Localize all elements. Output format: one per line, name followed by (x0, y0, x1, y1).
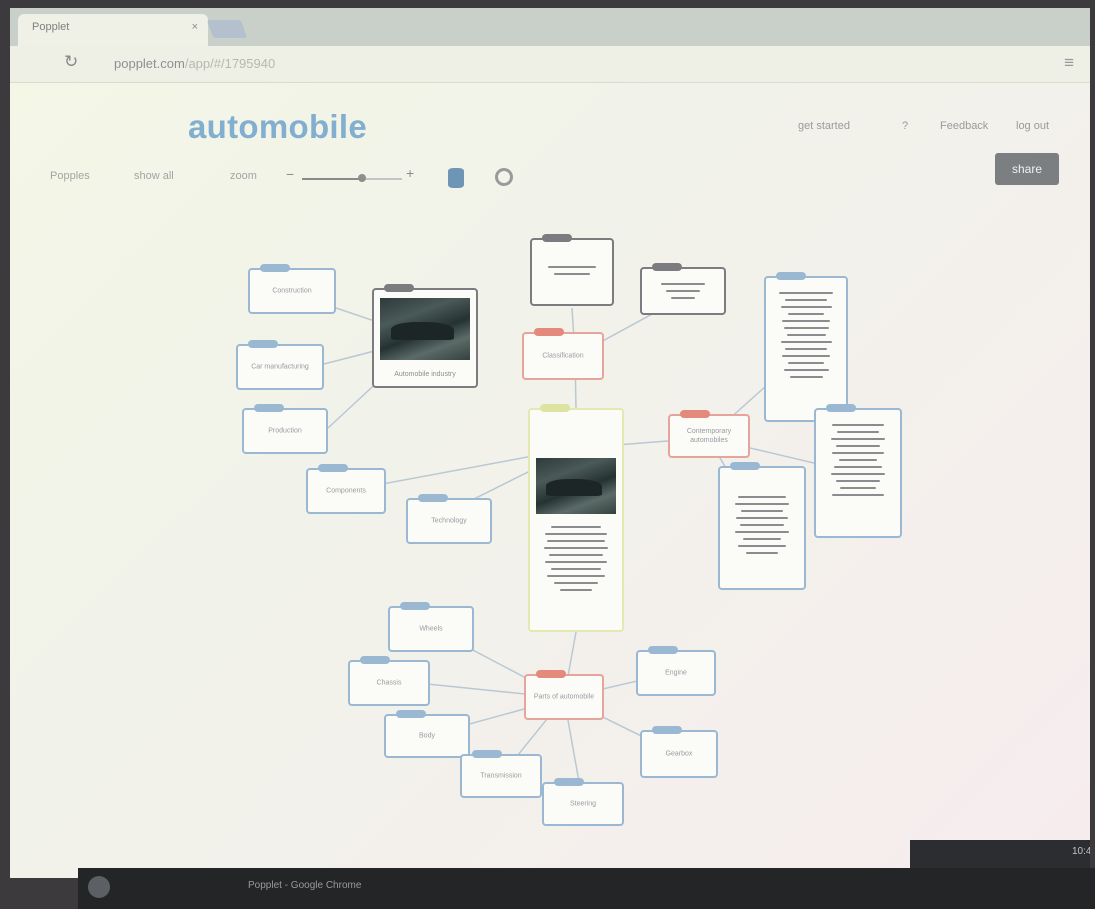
popple-label: Car manufacturing (251, 363, 309, 371)
popple-color-tag[interactable] (680, 410, 710, 418)
start-button[interactable] (88, 876, 110, 898)
popple-text-lines (776, 292, 836, 410)
popple-wheels[interactable]: Wheels (388, 602, 474, 652)
popple-color-tag[interactable] (534, 328, 564, 336)
popple-text-lines (652, 283, 714, 303)
popple-note-top[interactable] (530, 234, 614, 306)
popple-chassis[interactable]: Chassis (348, 656, 430, 706)
popple-color-tag[interactable] (260, 264, 290, 272)
popple-construction[interactable]: Construction (248, 264, 336, 314)
popple-label: Chassis (376, 679, 402, 687)
popple-classification[interactable]: Classification (522, 328, 604, 380)
popple-parts-of-automobile[interactable]: Parts of automobile (524, 670, 604, 720)
popple-automobile-industry[interactable]: Automobile industry (372, 284, 478, 388)
car-silhouette (545, 479, 602, 497)
popple-label: Construction (272, 287, 312, 295)
popple-car-details[interactable] (528, 404, 624, 632)
popple-label: Production (268, 427, 302, 435)
popple-color-tag[interactable] (554, 778, 584, 786)
popple-engine[interactable]: Engine (636, 646, 716, 696)
popple-caption: Automobile industry (394, 371, 456, 378)
popple-color-tag[interactable] (540, 404, 570, 412)
popple-label: Contemporary automobiles (686, 428, 732, 444)
popple-color-tag[interactable] (826, 404, 856, 412)
popple-technology[interactable]: Technology (406, 494, 492, 544)
os-taskbar (78, 868, 1095, 909)
popple-color-tag[interactable] (360, 656, 390, 664)
popple-label: Engine (665, 669, 687, 677)
popple-production[interactable]: Production (242, 404, 328, 454)
tray-clock: 10:42 (1071, 846, 1090, 857)
popple-color-tag[interactable] (472, 750, 502, 758)
popple-color-tag[interactable] (730, 462, 760, 470)
popple-color-tag[interactable] (536, 670, 566, 678)
popple-contemporary-automobiles[interactable]: Contemporary automobiles (668, 410, 750, 458)
popple-color-tag[interactable] (776, 272, 806, 280)
popple-steering[interactable]: Steering (542, 778, 624, 826)
popple-color-tag[interactable] (318, 464, 348, 472)
popple-label: Classification (542, 352, 584, 360)
popple-color-tag[interactable] (400, 602, 430, 610)
car-silhouette (390, 321, 454, 341)
popple-color-tag[interactable] (248, 340, 278, 348)
popple-text-lines (542, 266, 602, 294)
popple-label: Components (326, 487, 366, 495)
popple-color-tag[interactable] (254, 404, 284, 412)
popple-color-tag[interactable] (384, 284, 414, 292)
popple-label: Steering (569, 800, 597, 808)
popple-color-tag[interactable] (652, 726, 682, 734)
popple-label: Body (419, 732, 435, 740)
popple-text-lines (730, 496, 794, 578)
popple-text-lines (540, 526, 612, 620)
popple-label: Transmission (480, 772, 522, 780)
popple-color-tag[interactable] (418, 494, 448, 502)
popple-text-lines (826, 424, 890, 526)
popple-label: Gearbox (665, 750, 693, 758)
popple-text-block-right[interactable] (814, 404, 902, 538)
popple-body[interactable]: Body (384, 710, 470, 758)
popple-label: Technology (431, 517, 467, 525)
popple-color-tag[interactable] (396, 710, 426, 718)
popple-text-block-tall[interactable] (764, 272, 848, 422)
popple-color-tag[interactable] (648, 646, 678, 654)
screen: Popplet × ↻ popplet.com/app/#/1795940 ≡ … (10, 8, 1090, 878)
popple-label: Parts of automobile (533, 693, 595, 701)
popple-note-small[interactable] (640, 263, 726, 315)
popple-text-block-lower[interactable] (718, 462, 806, 590)
popple-gearbox[interactable]: Gearbox (640, 726, 718, 778)
popple-transmission[interactable]: Transmission (460, 750, 542, 798)
popple-components[interactable]: Components (306, 464, 386, 514)
car-photo (380, 298, 470, 360)
popple-color-tag[interactable] (542, 234, 572, 242)
popple-label: Wheels (419, 625, 443, 633)
popple-car-manufacturing[interactable]: Car manufacturing (236, 340, 324, 390)
car-photo (536, 458, 616, 514)
taskbar-app-chrome[interactable]: Popplet - Google Chrome (248, 880, 361, 891)
popple-color-tag[interactable] (652, 263, 682, 271)
